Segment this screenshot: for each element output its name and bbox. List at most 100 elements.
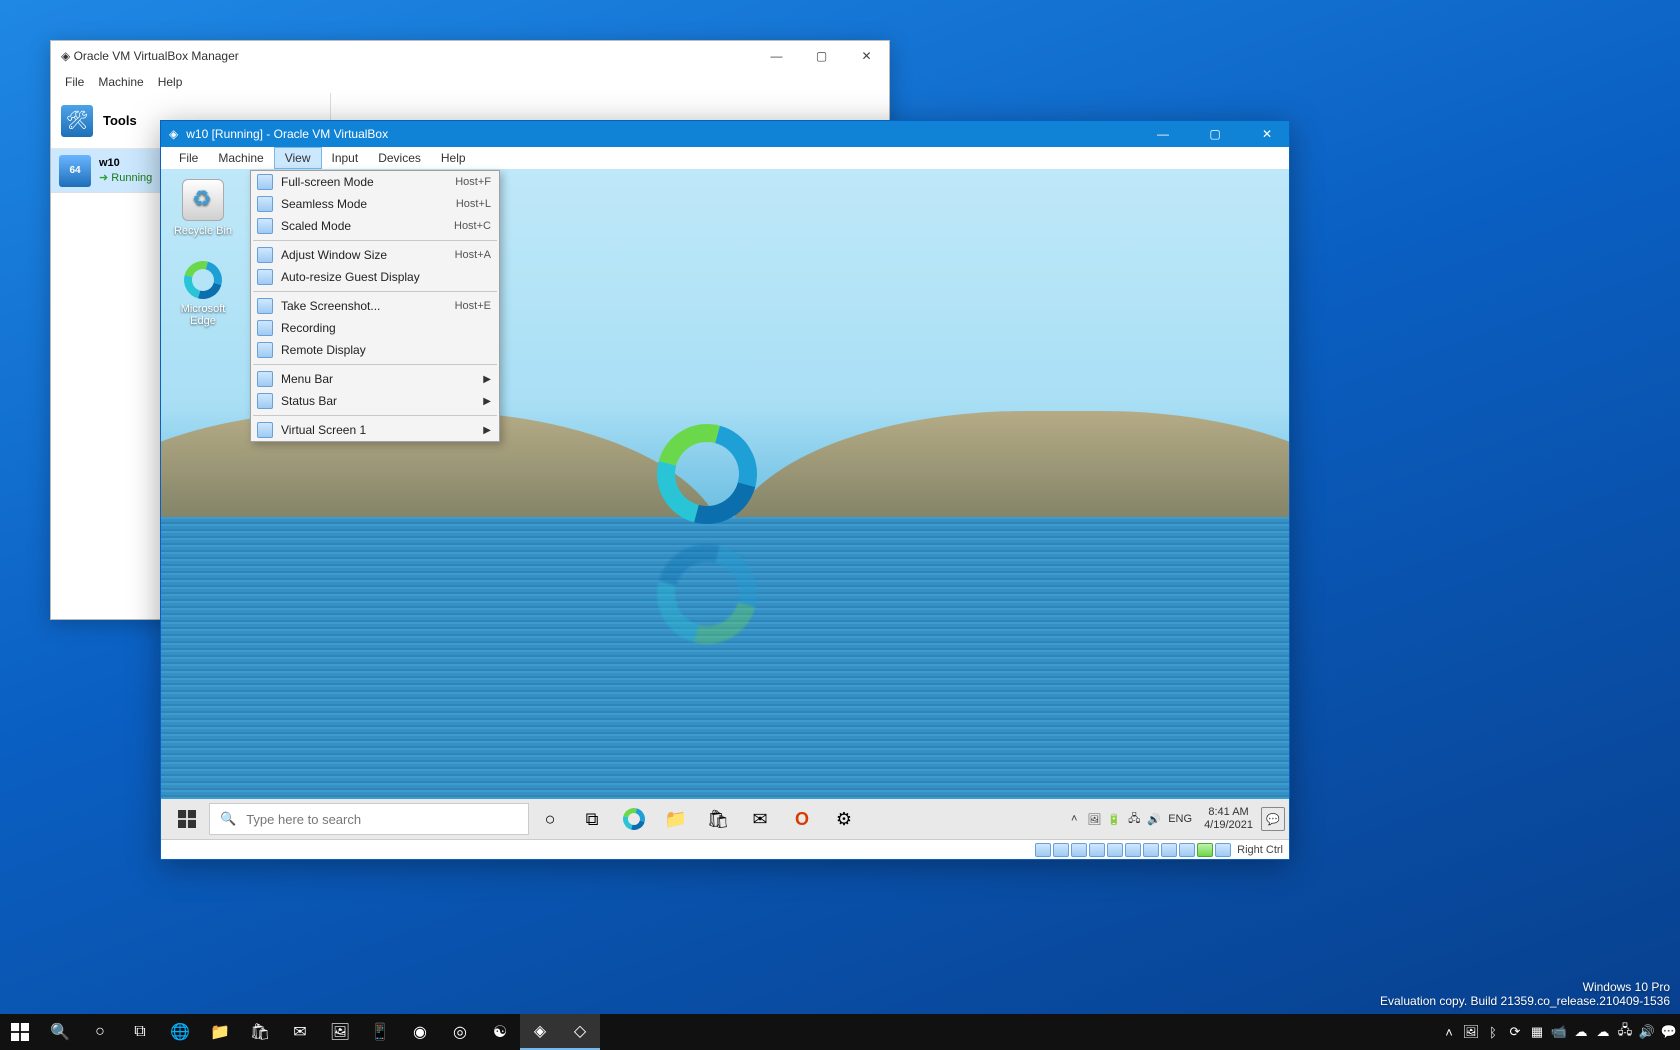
view-menu-item[interactable]: Recording	[251, 317, 499, 339]
host-search-button[interactable]: 🔍	[40, 1014, 80, 1050]
host-taskview-button[interactable]: ⧉	[120, 1014, 160, 1050]
menu-machine[interactable]: Machine	[208, 147, 273, 169]
tray-graphics-icon[interactable]: ▦	[1526, 1014, 1548, 1050]
tray-meet-now-icon[interactable]: 📹	[1548, 1014, 1570, 1050]
tray-chevron-icon[interactable]: ˄	[1438, 1014, 1460, 1050]
desktop-icon-edge[interactable]: Microsoft Edge	[167, 261, 239, 327]
view-menu-item[interactable]: Auto-resize Guest Display	[251, 266, 499, 288]
taskbar-edge[interactable]	[613, 799, 655, 839]
menu-file[interactable]: File	[65, 75, 84, 89]
view-menu-item[interactable]: Remote Display	[251, 339, 499, 361]
menu-file[interactable]: File	[169, 147, 208, 169]
view-menu-item[interactable]: Menu Bar▶	[251, 368, 499, 390]
search-icon: 🔍	[220, 811, 236, 827]
view-menu-item[interactable]: Status Bar▶	[251, 390, 499, 412]
menu-view[interactable]: View	[274, 147, 322, 169]
tray-cloud-icon[interactable]: ☁	[1592, 1014, 1614, 1050]
status-mouse-integration-icon[interactable]	[1197, 843, 1213, 857]
menu-devices[interactable]: Devices	[368, 147, 431, 169]
virtualbox-icon: ◈	[169, 127, 178, 141]
tray-chevron-icon[interactable]: ˄	[1064, 799, 1084, 839]
status-hdd-icon[interactable]	[1035, 843, 1051, 857]
manager-titlebar[interactable]: ◈ Oracle VM VirtualBox Manager — ▢ ✕	[51, 41, 889, 71]
view-menu-item[interactable]: Full-screen ModeHost+F	[251, 171, 499, 193]
close-button[interactable]: ✕	[844, 41, 889, 71]
status-usb-icon[interactable]	[1107, 843, 1123, 857]
taskview-button[interactable]: ⧉	[571, 799, 613, 839]
taskbar-store[interactable]: 🛍	[697, 799, 739, 839]
view-menu-item[interactable]: Take Screenshot...Host+E	[251, 295, 499, 317]
menu-separator	[253, 240, 497, 241]
close-button[interactable]: ✕	[1245, 121, 1289, 147]
status-keyboard-icon[interactable]	[1215, 843, 1231, 857]
menu-item-accelerator: Host+A	[455, 249, 491, 261]
host-discord-button[interactable]: ☯	[480, 1014, 520, 1050]
tray-image-icon[interactable]: 🖼	[1084, 799, 1104, 839]
status-optical-icon[interactable]	[1053, 843, 1069, 857]
host-chrome-button[interactable]: ◉	[400, 1014, 440, 1050]
taskbar-office[interactable]: O	[781, 799, 823, 839]
taskbar-settings[interactable]: ⚙	[823, 799, 865, 839]
menu-input[interactable]: Input	[322, 147, 369, 169]
status-network-icon[interactable]	[1089, 843, 1105, 857]
menu-item-label: Recording	[281, 321, 491, 335]
status-recording-icon[interactable]	[1161, 843, 1177, 857]
host-virtualbox-vm-button[interactable]: ◇	[560, 1014, 600, 1050]
host-virtualbox-button[interactable]: ◈	[520, 1014, 560, 1050]
menu-help[interactable]: Help	[158, 75, 183, 89]
tray-battery-icon[interactable]: 🔋	[1104, 799, 1124, 839]
host-cortana-button[interactable]: ○	[80, 1014, 120, 1050]
desktop-icon-recycle-bin[interactable]: Recycle Bin	[167, 179, 239, 237]
virtualbox-icon: ◈	[61, 49, 70, 63]
host-explorer-button[interactable]: 📁	[200, 1014, 240, 1050]
host-chrome-beta-button[interactable]: ◎	[440, 1014, 480, 1050]
tray-update-icon[interactable]: ⟳	[1504, 1014, 1526, 1050]
status-shared-folders-icon[interactable]	[1125, 843, 1141, 857]
host-taskbar: 🔍 ○ ⧉ 🌐 📁 🛍 ✉ 🖼 📱 ◉ ◎ ☯ ◈ ◇ ˄ 🖼 ᛒ ⟳ ▦ 📹 …	[0, 1014, 1680, 1050]
action-center-button[interactable]: 💬	[1261, 807, 1285, 831]
menu-item-label: Remote Display	[281, 343, 491, 357]
taskbar-explorer[interactable]: 📁	[655, 799, 697, 839]
menu-help[interactable]: Help	[431, 147, 476, 169]
tray-bluetooth-icon[interactable]: ᛒ	[1482, 1014, 1504, 1050]
host-yourphone-button[interactable]: 📱	[360, 1014, 400, 1050]
host-store-button[interactable]: 🛍	[240, 1014, 280, 1050]
guest-clock[interactable]: 8:41 AM 4/19/2021	[1196, 806, 1261, 832]
taskbar-mail[interactable]: ✉	[739, 799, 781, 839]
minimize-button[interactable]: —	[1141, 121, 1185, 147]
view-menu-item[interactable]: Seamless ModeHost+L	[251, 193, 499, 215]
tray-image-icon[interactable]: 🖼	[1460, 1014, 1482, 1050]
minimize-button[interactable]: —	[754, 41, 799, 71]
tray-onedrive-icon[interactable]: ☁	[1570, 1014, 1592, 1050]
host-mail-button[interactable]: ✉	[280, 1014, 320, 1050]
status-cpu-icon[interactable]	[1179, 843, 1195, 857]
menu-machine[interactable]: Machine	[98, 75, 143, 89]
tray-network-icon[interactable]: 🖧	[1124, 799, 1144, 839]
menu-item-label: Auto-resize Guest Display	[281, 270, 491, 284]
host-photos-button[interactable]: 🖼	[320, 1014, 360, 1050]
tray-volume-icon[interactable]: 🔊	[1636, 1014, 1658, 1050]
edge-icon	[619, 804, 649, 834]
menu-item-icon	[257, 174, 273, 190]
maximize-button[interactable]: ▢	[1193, 121, 1237, 147]
desktop-icon-label: Recycle Bin	[167, 225, 239, 237]
view-menu-item[interactable]: Scaled ModeHost+C	[251, 215, 499, 237]
menu-item-icon	[257, 422, 273, 438]
status-display-icon[interactable]	[1143, 843, 1159, 857]
manager-title: Oracle VM VirtualBox Manager	[74, 49, 239, 63]
cortana-button[interactable]: ○	[529, 799, 571, 839]
guest-start-button[interactable]	[165, 799, 209, 839]
host-start-button[interactable]	[0, 1014, 40, 1050]
tray-network-icon[interactable]: 🖧	[1614, 1014, 1636, 1050]
tray-action-center-icon[interactable]: 💬	[1658, 1014, 1680, 1050]
view-menu-item[interactable]: Virtual Screen 1▶	[251, 419, 499, 441]
tray-language[interactable]: ENG	[1164, 799, 1196, 839]
maximize-button[interactable]: ▢	[799, 41, 844, 71]
host-edge-button[interactable]: 🌐	[160, 1014, 200, 1050]
status-audio-icon[interactable]	[1071, 843, 1087, 857]
guest-search-box[interactable]: 🔍 Type here to search	[209, 803, 529, 835]
vm-titlebar[interactable]: ◈ w10 [Running] - Oracle VM VirtualBox —…	[161, 121, 1289, 147]
menu-separator	[253, 415, 497, 416]
view-menu-item[interactable]: Adjust Window SizeHost+A	[251, 244, 499, 266]
tray-volume-icon[interactable]: 🔊	[1144, 799, 1164, 839]
